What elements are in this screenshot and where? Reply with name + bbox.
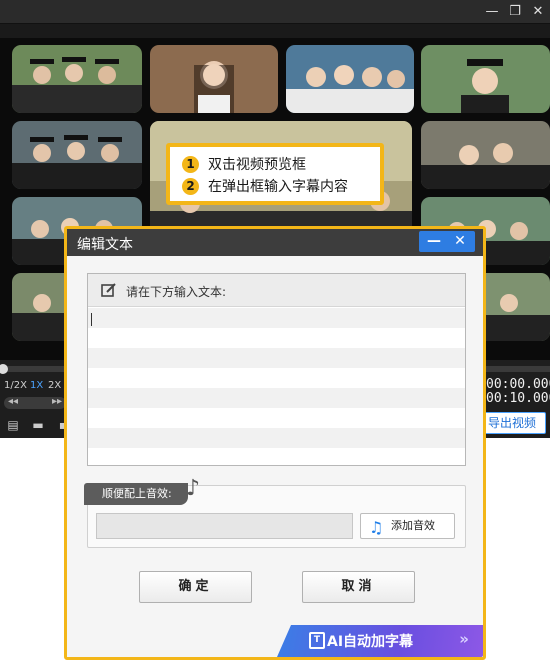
speed-option-active[interactable]: 1X [30,380,43,391]
step-number-badge: 1 [182,155,199,173]
thumbnail-image [150,45,278,113]
text-caret [91,313,92,326]
minimize-icon[interactable]: — [482,2,502,22]
double-chevron-right-icon: » [459,630,469,648]
music-note-icon: ♪ [186,476,201,501]
total-time: 00:10.000 [486,391,550,406]
ai-auto-subtitle-button[interactable]: T AI自动加字幕 » [277,625,483,657]
add-music-icon: ♫ [369,518,384,537]
scrubber-handle[interactable] [0,364,8,374]
thumbnail-image [286,45,414,113]
dialog-minimize-icon[interactable]: — [421,231,447,252]
instruction-step: 1 双击视频预览框 [182,153,380,175]
folder-icon[interactable]: ▬ [31,418,45,432]
subtitle-icon: T [309,632,325,649]
sfx-file-field[interactable] [96,513,353,539]
window-title-bar: — ❐ ✕ [0,0,550,24]
export-video-button[interactable]: 导出视频 [484,412,546,434]
subtitle-tool-icon[interactable]: ▤ [6,418,20,432]
step-text: 双击视频预览框 [208,157,306,173]
close-icon[interactable]: ✕ [528,2,548,22]
subtitle-text-area[interactable]: 请在下方输入文本: [87,273,466,466]
step-forward-icon[interactable]: ▸▸ [52,396,62,407]
dialog-title: 编辑文本 [77,237,133,253]
add-sfx-button[interactable]: ♫ 添加音效 [360,513,455,539]
dialog-close-icon[interactable]: ✕ [447,231,473,252]
edit-icon [101,282,117,302]
thumbnail-image [421,121,550,189]
current-time: 00:00.000 [486,377,550,392]
speed-option[interactable]: 1/2X [4,380,27,391]
thumbnail-image [12,45,142,113]
instruction-callout: 1 双击视频预览框 2 在弹出框输入字幕内容 [166,143,384,205]
text-area-prompt: 请在下方输入文本: [126,285,227,299]
thumbnail-image [421,45,550,113]
restore-icon[interactable]: ❐ [505,2,525,22]
speed-option[interactable]: 2X [48,380,61,391]
step-number-badge: 2 [182,177,199,195]
sfx-label: 顺便配上音效: [84,483,188,505]
step-text: 在弹出框输入字幕内容 [208,179,348,195]
edit-text-dialog: 编辑文本 — ✕ 请在下方输入文本: 顺便配上音效: ♪ ♫ 添加音效 确定 取… [64,226,486,660]
ai-auto-subtitle-label: AI自动加字幕 [327,634,414,650]
dialog-title-bar: 编辑文本 — ✕ [67,229,483,256]
dialog-window-buttons: — ✕ [419,231,475,252]
ok-button[interactable]: 确定 [139,571,252,603]
sound-effect-section: 顺便配上音效: ♪ ♫ 添加音效 [84,476,466,548]
thumbnail-image [12,121,142,189]
add-sfx-label: 添加音效 [391,519,435,532]
cancel-button[interactable]: 取消 [302,571,415,603]
step-back-icon[interactable]: ◂◂ [8,396,18,407]
instruction-step: 2 在弹出框输入字幕内容 [182,175,380,197]
text-area-header: 请在下方输入文本: [88,274,465,307]
playback-step-control[interactable]: ◂◂ ▸▸ [4,396,66,409]
video-editor-app: — ❐ ✕ 1 双击视频预览框 2 在弹出框输入字幕内容 1/2X 1X 2X … [0,0,550,661]
